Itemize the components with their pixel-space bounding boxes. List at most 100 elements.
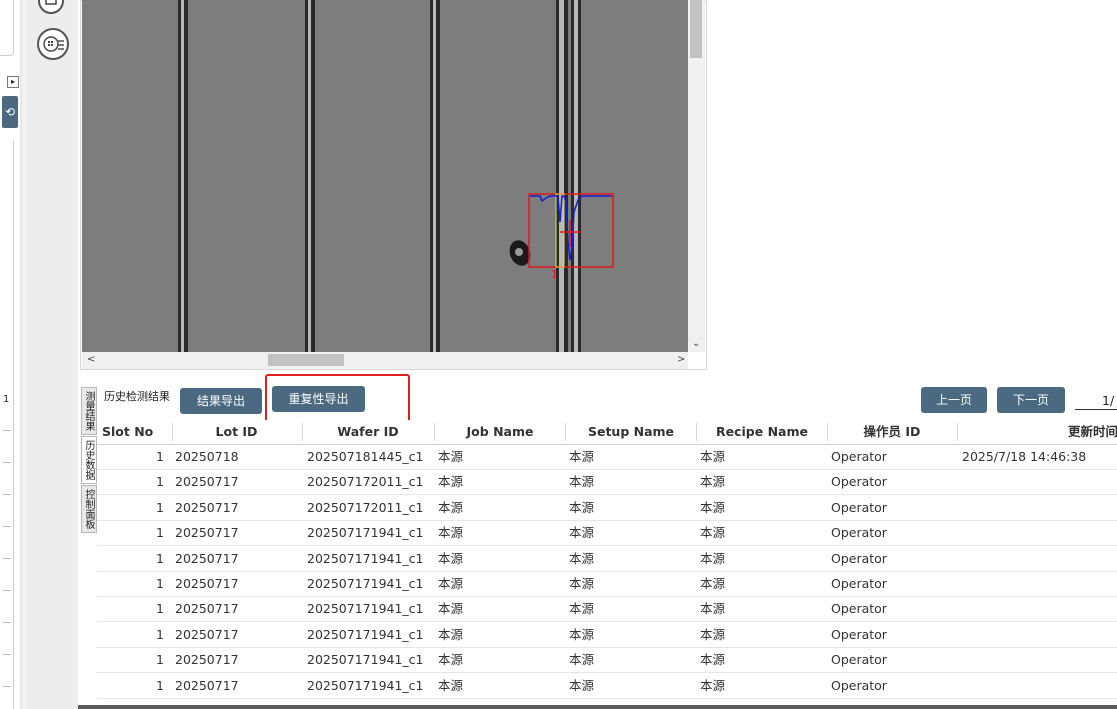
left-tick-line (3, 590, 11, 591)
column-header-recipe-name[interactable]: Recipe Name (697, 420, 827, 444)
cell-slot-no: 1 (156, 652, 164, 668)
cell-job-name: 本源 (438, 626, 464, 642)
cell-wafer-id: 202507171941_c1 (307, 576, 424, 591)
cell-lot-id: 20250717 (175, 576, 239, 591)
table-row[interactable]: 1 20250717 202507171941_c1 本源 本源 本源 Operator (97, 673, 1117, 699)
cell-slot-no: 1 (156, 601, 164, 617)
cell-setup-name: 本源 (569, 525, 595, 541)
cell-setup-name: 本源 (569, 601, 595, 617)
cell-operator-id: Operator (831, 474, 887, 490)
column-header-lot-id[interactable]: Lot ID (173, 420, 300, 444)
horizontal-scrollbar[interactable] (82, 352, 688, 369)
cell-lot-id: 20250717 (175, 525, 239, 541)
prev-page-button[interactable]: 上一页 (921, 387, 987, 413)
cell-operator-id: Operator (831, 576, 887, 591)
expand-arrow-icon[interactable]: ▸ (7, 76, 19, 88)
cell-job-name: 本源 (438, 576, 464, 591)
table-row[interactable]: 1 20250717 202507171941_c1 本源 本源 本源 Operator (97, 520, 1117, 547)
table-row[interactable]: 1 20250717 202507172011_c1 本源 本源 本源 Operator (97, 469, 1117, 496)
tab-control-panel[interactable]: 控制面板 (81, 485, 97, 533)
cell-lot-id: 20250717 (175, 601, 239, 617)
cell-slot-no: 1 (156, 525, 164, 541)
left-panel-box (0, 0, 14, 56)
cell-update-time (962, 647, 1117, 672)
cell-operator-id: Operator (831, 550, 887, 566)
scroll-right-icon[interactable]: > (677, 354, 685, 365)
cell-slot-no: 1 (156, 449, 164, 464)
scroll-down-icon[interactable]: ⌄ (692, 338, 700, 349)
tool-column (26, 0, 78, 709)
wafer-map-icon[interactable] (37, 28, 69, 60)
cell-slot-no: 1 (156, 576, 164, 591)
cell-job-name: 本源 (438, 550, 464, 566)
column-header-setup-name[interactable]: Setup Name (566, 420, 696, 444)
cell-recipe-name: 本源 (700, 601, 726, 617)
cell-slot-no: 1 (156, 474, 164, 490)
cell-wafer-id: 202507171941_c1 (307, 677, 424, 693)
cell-operator-id: Operator (831, 677, 887, 693)
cell-job-name: 本源 (438, 499, 464, 515)
table-row[interactable]: 1 20250717 202507171941_c1 本源 本源 本源 Operator (97, 571, 1117, 597)
cell-job-name: 本源 (438, 474, 464, 490)
table-row[interactable]: 1 20250717 202507171941_c1 本源 本源 本源 Operator (97, 647, 1117, 674)
cell-recipe-name: 本源 (700, 525, 726, 541)
column-header-slot-no[interactable]: Slot No (102, 420, 172, 444)
cell-wafer-id: 202507172011_c1 (307, 499, 424, 515)
left-tick-line (3, 686, 11, 687)
cell-wafer-id: 202507181445_c1 (307, 449, 424, 464)
cell-operator-id: Operator (831, 626, 887, 642)
cell-job-name: 本源 (438, 652, 464, 668)
cell-update-time (962, 469, 1117, 494)
cell-wafer-id: 202507171941_c1 (307, 601, 424, 617)
wafer-image[interactable]: 1 (82, 0, 688, 352)
cell-slot-no: 1 (156, 499, 164, 515)
column-header-job-name[interactable]: Job Name (435, 420, 565, 444)
table-row[interactable]: 1 20250718 202507181445_c1 本源 本源 本源 Operator 20… (97, 444, 1117, 470)
column-header-operator-id[interactable]: 操作员 ID (828, 420, 956, 444)
refresh-button[interactable]: ⟲ (2, 96, 18, 128)
cell-operator-id: Operator (831, 525, 887, 541)
cell-update-time (962, 546, 1117, 571)
page-indicator[interactable]: 1/ (1102, 393, 1114, 408)
cell-update-time (962, 596, 1117, 621)
cell-wafer-id: 202507171941_c1 (307, 652, 424, 668)
wafer-line-highlight (308, 0, 311, 352)
horizontal-scroll-thumb[interactable] (268, 354, 344, 366)
tab-history-data[interactable]: 历史数据 (81, 436, 97, 484)
cell-update-time (962, 495, 1117, 520)
table-row[interactable]: 1 20250717 202507171941_c1 本源 本源 本源 Operator (97, 622, 1117, 648)
left-digit: 1 (3, 394, 10, 405)
scroll-left-icon[interactable]: < (87, 354, 95, 365)
measurement-overlay (528, 193, 614, 268)
cell-update-time (962, 571, 1117, 596)
cell-lot-id: 20250717 (175, 677, 239, 693)
tab-measurement-results[interactable]: 测量结果 (81, 387, 97, 435)
cell-setup-name: 本源 (569, 576, 595, 591)
left-tick-line (3, 494, 11, 495)
left-panel-box-2 (0, 140, 14, 709)
cell-setup-name: 本源 (569, 550, 595, 566)
wafer-line-highlight (433, 0, 436, 352)
column-header-update-time[interactable]: 更新时间 (958, 420, 1117, 444)
marker-label: 1 (551, 268, 558, 281)
cell-lot-id: 20250717 (175, 499, 239, 515)
cell-setup-name: 本源 (569, 499, 595, 515)
left-tick-line (3, 462, 11, 463)
left-tick-line (3, 622, 11, 623)
table-row[interactable]: 1 20250717 202507172011_c1 本源 本源 本源 Operator (97, 495, 1117, 521)
cell-slot-no: 1 (156, 626, 164, 642)
table-row[interactable]: 1 20250717 202507171941_c1 本源 本源 本源 Operator (97, 546, 1117, 572)
cell-recipe-name: 本源 (700, 576, 726, 591)
table-row[interactable]: 1 20250717 202507171941_c1 本源 本源 本源 Operator (97, 596, 1117, 623)
cell-wafer-id: 202507171941_c1 (307, 550, 424, 566)
cell-recipe-name: 本源 (700, 499, 726, 515)
particle-core (515, 248, 523, 256)
vertical-scroll-thumb[interactable] (690, 0, 702, 58)
cell-recipe-name: 本源 (700, 626, 726, 642)
next-page-button[interactable]: 下一页 (997, 387, 1065, 413)
cell-operator-id: Operator (831, 601, 887, 617)
export-results-button[interactable]: 结果导出 (180, 388, 262, 414)
cell-lot-id: 20250717 (175, 550, 239, 566)
cell-setup-name: 本源 (569, 474, 595, 490)
column-header-wafer-id[interactable]: Wafer ID (303, 420, 433, 444)
